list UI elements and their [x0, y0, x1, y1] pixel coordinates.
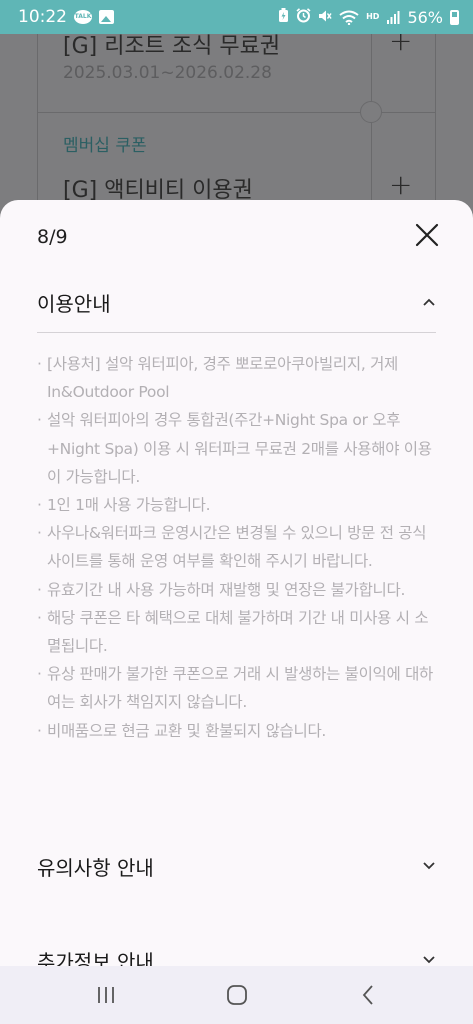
list-item: 유효기간 내 사용 가능하며 재발행 및 연장은 불가합니다.	[37, 576, 437, 604]
back-button[interactable]	[348, 975, 388, 1015]
list-item: 사우나&워터파크 운영시간은 변경될 수 있으니 방문 전 공식 사이트를 통해…	[37, 519, 437, 575]
chevron-down-icon	[422, 859, 436, 873]
list-item: 유상 판매가 불가한 쿠폰으로 거래 시 발생하는 불이익에 대하여는 회사가 …	[37, 660, 437, 716]
battery-percentage: 56%	[407, 7, 443, 27]
section-header-additional-info[interactable]: 추가정보 안내	[37, 940, 436, 966]
list-item: 비매품으로 현금 교환 및 환불되지 않습니다.	[37, 717, 437, 745]
recent-apps-icon	[97, 987, 114, 1003]
home-button[interactable]	[217, 975, 257, 1015]
list-item: [사용처] 설악 워터피아, 경주 뽀로로아쿠아빌리지, 거제 In&Outdo…	[37, 350, 437, 406]
section-title: 추가정보 안내	[37, 949, 154, 967]
list-item: 1인 1매 사용 가능합니다.	[37, 491, 437, 519]
chevron-up-icon	[422, 295, 436, 309]
section-divider	[37, 332, 436, 333]
battery-saver-icon	[278, 7, 289, 27]
home-icon	[226, 985, 247, 1005]
usage-notes-list: [사용처] 설악 워터피아, 경주 뽀로로아쿠아빌리지, 거제 In&Outdo…	[37, 350, 437, 745]
section-header-precautions[interactable]: 유의사항 안내	[37, 846, 436, 886]
close-icon	[415, 223, 439, 247]
section-label: 멤버십 쿠폰	[63, 136, 147, 156]
back-icon	[362, 985, 373, 1005]
section-title: 유의사항 안내	[37, 855, 154, 880]
close-button[interactable]	[412, 220, 442, 250]
talk-icon: TALK	[74, 10, 92, 24]
alarm-icon	[296, 7, 311, 27]
signal-icon	[386, 10, 400, 24]
plus-icon: +	[389, 168, 413, 201]
recent-apps-button[interactable]	[86, 975, 126, 1015]
wifi-icon	[339, 10, 359, 25]
section-title: 이용안내	[37, 291, 111, 316]
list-item: 해당 쿠폰은 타 혜택으로 대체 불가하며 기간 내 미사용 시 소멸됩니다.	[37, 604, 437, 660]
mute-icon	[318, 8, 332, 27]
coupon-notch	[360, 101, 382, 123]
list-item: 설악 워터피아의 경우 통합권(주간+Night Spa or 오후+Night…	[37, 406, 437, 491]
page-counter: 8/9	[37, 226, 68, 248]
chevron-down-icon	[422, 953, 436, 966]
status-time: 10:22	[18, 7, 67, 27]
system-nav-bar	[0, 966, 473, 1024]
status-bar: 10:22 TALK HD 56%	[0, 0, 473, 34]
coupon-detail-sheet: 8/9 이용안내 [사용처] 설악 워터피아, 경주 뽀로로아쿠아빌리지, 거제…	[0, 200, 473, 966]
hd-icon: HD	[366, 12, 380, 21]
battery-icon	[450, 9, 459, 25]
gallery-icon	[99, 10, 114, 24]
section-header-usage-guide[interactable]: 이용안내	[37, 282, 436, 322]
coupon-date: 2025.03.01~2026.02.28	[63, 63, 272, 83]
